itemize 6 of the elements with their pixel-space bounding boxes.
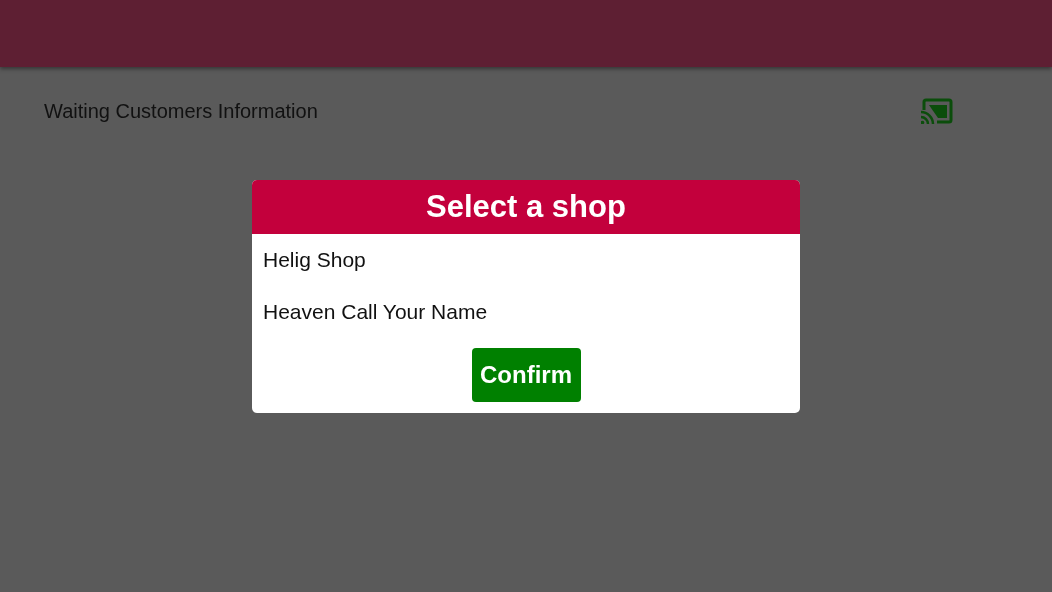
confirm-button[interactable]: Confirm	[471, 348, 581, 402]
shop-item[interactable]: Heaven Call Your Name	[252, 286, 800, 338]
shop-item[interactable]: Helig Shop	[252, 234, 800, 286]
page-title: Waiting Customers Information	[44, 99, 318, 123]
cast-icon[interactable]	[921, 98, 953, 124]
dialog-title: Select a shop	[426, 189, 626, 225]
